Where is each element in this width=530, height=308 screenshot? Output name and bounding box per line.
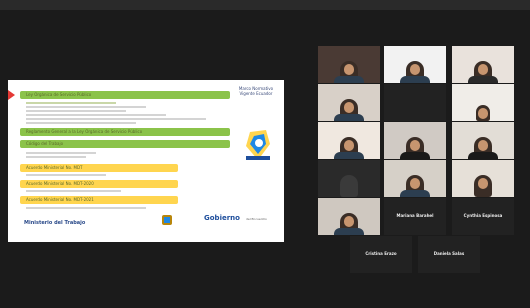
slide-line — [26, 174, 106, 176]
slide-row-text: Acuerdo Ministerial No. MDT-2020 — [26, 181, 94, 186]
participant-video — [468, 61, 498, 83]
slide-row-5: Acuerdo Ministerial No. MDT-2020 — [20, 180, 178, 188]
participant-name: Cristina Erazo — [365, 251, 397, 256]
slide-row-text: Acuerdo Ministerial No. MDT — [26, 165, 83, 170]
slide-title-line2: Vigente Ecuador — [239, 91, 273, 96]
slide-line — [26, 156, 86, 158]
participant-tile[interactable] — [318, 160, 380, 197]
window-top-bar — [0, 0, 530, 10]
slide-pointer-marker — [8, 90, 15, 100]
government-logo: Gobierno — [204, 214, 240, 222]
participant-tile[interactable] — [318, 84, 380, 121]
participant-tile[interactable] — [452, 84, 514, 121]
slide-line — [26, 122, 136, 124]
participant-video — [334, 137, 364, 159]
coat-of-arms-icon — [162, 215, 172, 225]
government-logo-subtitle: del Encuentro — [246, 217, 267, 221]
participant-tile[interactable] — [452, 46, 514, 83]
participant-video — [334, 99, 364, 121]
participant-tile[interactable] — [384, 122, 446, 159]
campaign-logo-icon — [246, 130, 270, 160]
participant-tile[interactable] — [318, 122, 380, 159]
participant-tile[interactable] — [318, 198, 380, 235]
slide-title: Marco Normativo Vigente Ecuador — [234, 86, 278, 96]
slide-row-6: Acuerdo Ministerial No. MDT-2021 — [20, 196, 178, 204]
participant-video — [334, 213, 364, 235]
slide-row-text: Reglamento General a la Ley Orgánica de … — [26, 129, 143, 134]
slide-line — [26, 152, 96, 154]
slide-line — [26, 207, 146, 209]
slide-line — [26, 102, 116, 104]
participant-tile[interactable] — [384, 160, 446, 197]
participant-tile[interactable]: Mariana Barahel — [384, 198, 446, 235]
slide-line — [26, 118, 206, 120]
participant-video — [476, 105, 490, 121]
participant-tile[interactable] — [318, 46, 380, 83]
slide-line — [26, 106, 146, 108]
ministry-name: Ministerio del Trabajo — [24, 220, 86, 226]
slide-line — [26, 190, 121, 192]
participant-video — [334, 61, 364, 83]
slide-row-1: Ley Orgánica de Servicio Público — [20, 91, 230, 99]
participant-tile[interactable]: Cynthia Espinosa — [452, 198, 514, 235]
participant-video — [400, 175, 430, 197]
slide-row-text: Ley Orgánica de Servicio Público — [26, 92, 92, 97]
participant-video — [474, 175, 492, 197]
shared-screen[interactable]: Ley Orgánica de Servicio Público Reglame… — [8, 80, 284, 242]
participant-video — [468, 137, 498, 159]
participant-tile[interactable] — [452, 160, 514, 197]
participant-tile[interactable] — [384, 46, 446, 83]
participant-video — [340, 175, 358, 197]
participant-name: Daniela Salas — [433, 251, 465, 256]
slide-row-3: Código del Trabajo — [20, 140, 230, 148]
participant-video — [400, 61, 430, 83]
slide-line — [26, 114, 166, 116]
slide-line — [26, 110, 126, 112]
participant-name: Cynthia Espinosa — [463, 213, 503, 218]
participant-video — [400, 137, 430, 159]
participant-name: Mariana Barahel — [396, 213, 434, 218]
participant-tile[interactable] — [384, 84, 446, 121]
slide-row-2: Reglamento General a la Ley Orgánica de … — [20, 128, 230, 136]
slide-row-text: Código del Trabajo — [26, 141, 64, 146]
slide-row-text: Acuerdo Ministerial No. MDT-2021 — [26, 197, 94, 202]
participant-tile[interactable]: Cristina Erazo — [350, 236, 412, 273]
participant-tile[interactable]: Daniela Salas — [418, 236, 480, 273]
slide-row-4: Acuerdo Ministerial No. MDT — [20, 164, 178, 172]
participant-tile[interactable] — [452, 122, 514, 159]
